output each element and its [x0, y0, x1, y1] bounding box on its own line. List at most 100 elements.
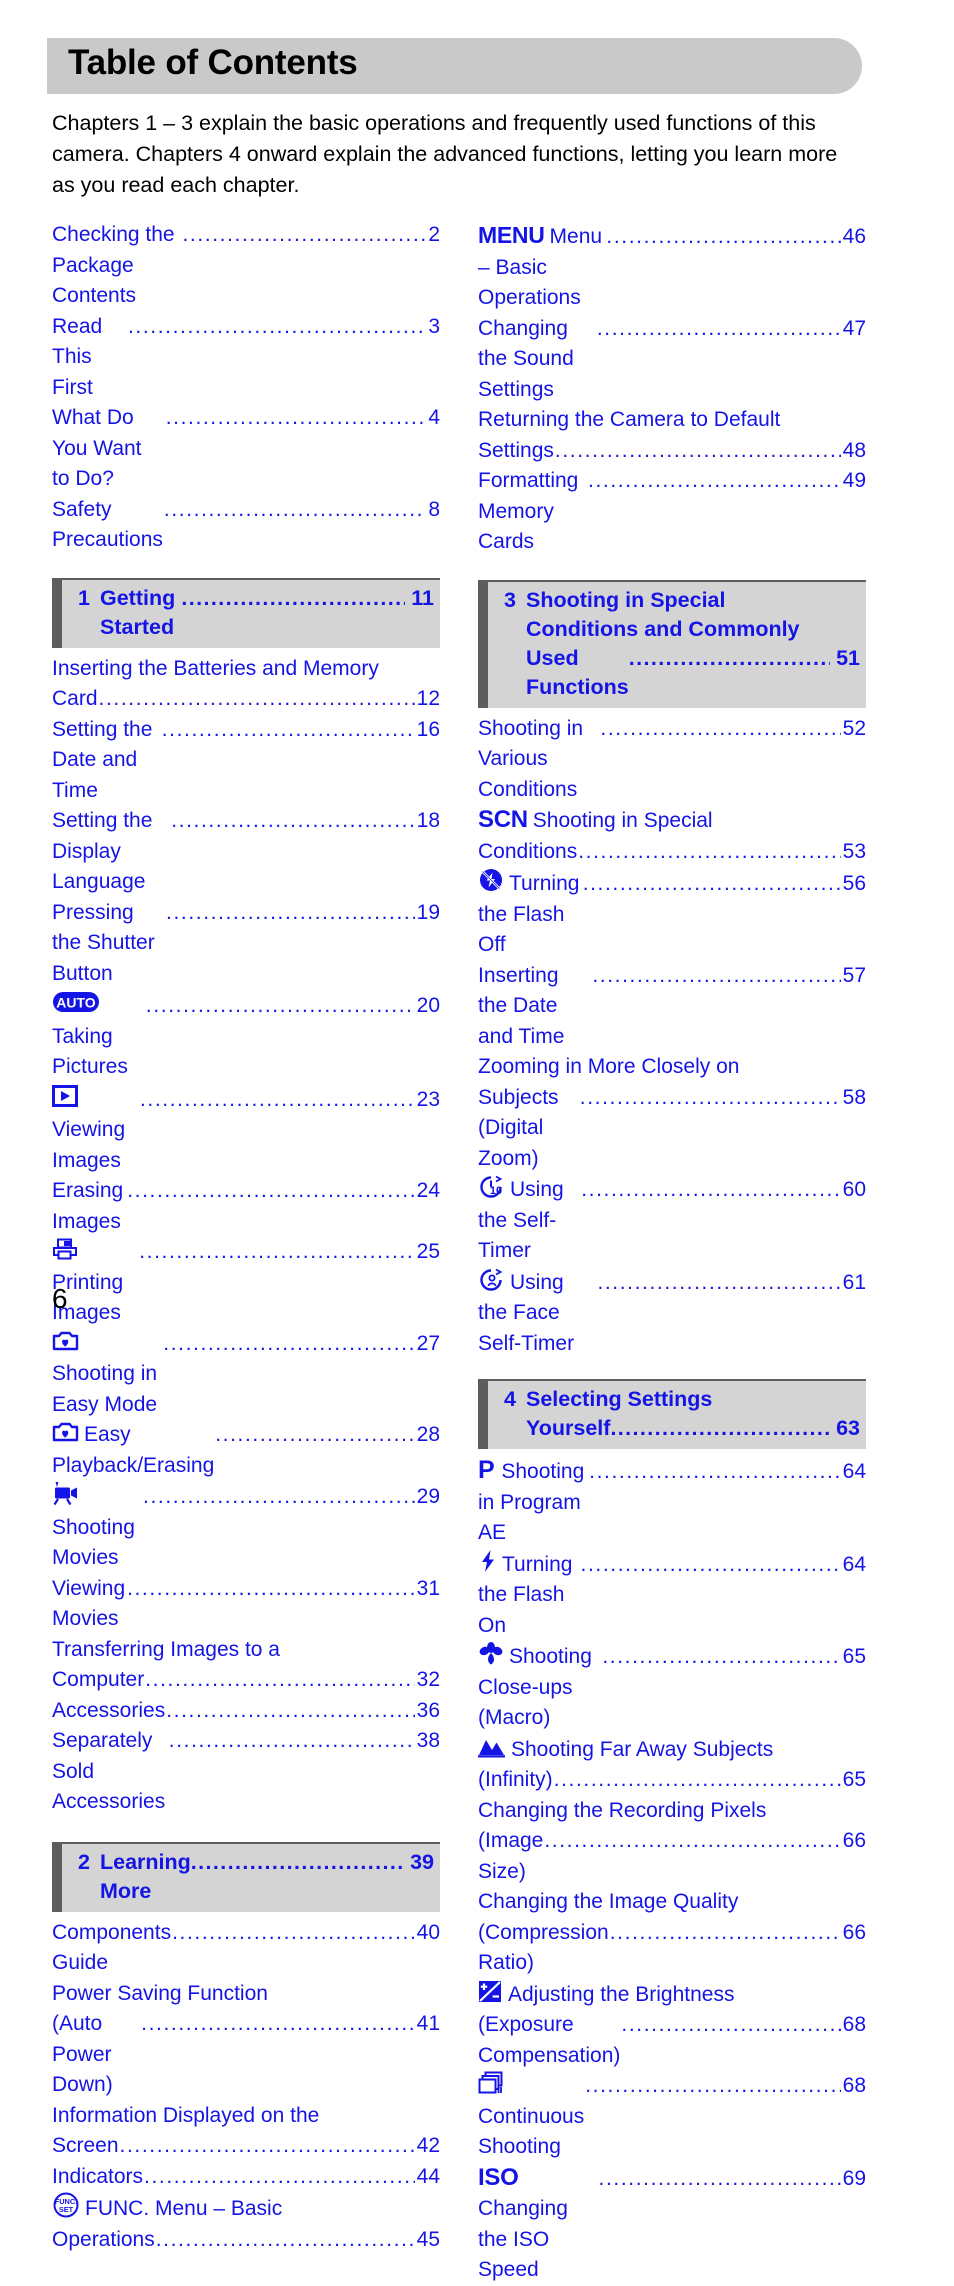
toc-entry-label-cont: Computer: [52, 1668, 145, 1691]
toc-entry-label: MENU Menu – Basic Operations: [478, 222, 608, 309]
toc-entry-label-cont: Card: [52, 687, 98, 710]
leader-dots: [120, 2131, 415, 2162]
toc-entry[interactable]: Changing the Image Quality (Compression R…: [478, 1887, 866, 1979]
toc-entry[interactable]: Viewing Images 23: [52, 1083, 440, 1177]
toc-entry[interactable]: Setting the Date and Time 16: [52, 715, 440, 807]
leader-dots: [606, 222, 840, 253]
chapter-header-1[interactable]: 1 Getting Started 11: [52, 577, 440, 648]
leader-dots: [181, 584, 405, 613]
chapter-header-2[interactable]: 2 Learning More 39: [52, 1841, 440, 1912]
toc-entry[interactable]: Setting the Display Language 18: [52, 806, 440, 898]
toc-entry-label: Formatting Memory Cards: [478, 469, 585, 553]
toc-entry[interactable]: Inserting the Date and Time 57: [478, 961, 866, 1053]
toc-entry[interactable]: Read This First 3: [52, 312, 440, 404]
leader-dots: [585, 2071, 840, 2102]
toc-entry[interactable]: Erasing Images 24: [52, 1176, 440, 1237]
svg-text:AUTO: AUTO: [56, 995, 96, 1011]
toc-entry[interactable]: PShooting in Program AE 64: [478, 1455, 866, 1549]
toc-entry[interactable]: Easy Playback/Erasing 28: [52, 1420, 440, 1481]
toc-entry-label: What Do You Want to Do?: [52, 406, 148, 490]
toc-entry[interactable]: Viewing Movies 31: [52, 1574, 440, 1635]
toc-entry-label: Easy Playback/Erasing: [52, 1420, 214, 1481]
toc-entry[interactable]: Shooting in Various Conditions 52: [478, 714, 866, 806]
scn-text-icon: SCN: [478, 806, 528, 833]
toc-entry[interactable]: AUTOTaking Pictures 20: [52, 989, 440, 1083]
chapter-number: 4: [504, 1387, 516, 1411]
movie-camera-icon: [52, 1481, 79, 1506]
toc-entry[interactable]: Printing Images25: [52, 1237, 440, 1329]
toc-entry[interactable]: Accessories 36: [52, 1696, 440, 1727]
toc-entry-page: 47: [842, 316, 866, 340]
toc-column-left: Checking the Package Contents 2 Read This …: [52, 220, 440, 2255]
toc-entry-page: 20: [416, 994, 440, 1017]
toc-entry[interactable]: Shooting Close-ups (Macro) 65: [478, 1641, 866, 1734]
toc-entry-label: Information Displayed on the: [52, 2103, 320, 2127]
toc-entry-page: 60: [842, 1178, 866, 1201]
toc-entry[interactable]: Separately Sold Accessories 38: [52, 1726, 440, 1818]
toc-entry[interactable]: ISOChanging the ISO Speed 69: [478, 2163, 866, 2286]
toc-entry[interactable]: Transferring Images to a Computer 32: [52, 1635, 440, 1696]
toc-entry[interactable]: Turning the Flash Off 56: [478, 867, 866, 961]
toc-entry[interactable]: Turning the Flash On 64: [478, 1549, 866, 1642]
toc-entry[interactable]: Adjusting the Brightness (Exposure Compen…: [478, 1979, 866, 2072]
toc-entry[interactable]: Safety Precautions 8: [52, 495, 440, 556]
toc-entry-label: Changing the Image Quality: [478, 1890, 739, 1913]
toc-entry[interactable]: MENUMenu – Basic Operations 46: [478, 220, 866, 314]
toc-entry[interactable]: Returning the Camera to Default Settings 4…: [478, 405, 866, 466]
toc-entry[interactable]: Continuous Shooting 68: [478, 2071, 866, 2163]
toc-entry-page: 58: [842, 1085, 866, 1109]
leader-dots: [156, 2225, 415, 2256]
leader-dots: [589, 1457, 840, 1488]
iso-text-icon: ISO: [478, 2163, 519, 2191]
toc-entry-page: 57: [842, 963, 866, 987]
leader-dots: [629, 644, 830, 673]
toc-entry[interactable]: Inserting the Batteries and Memory Card 12: [52, 654, 440, 715]
chapter-header-3[interactable]: 3 Shooting in Special Conditions and Commo…: [478, 579, 866, 708]
toc-entry[interactable]: Shooting in Easy Mode 27: [52, 1329, 440, 1421]
toc-entry-page: 65: [842, 1768, 866, 1791]
leader-dots: [128, 312, 426, 343]
toc-page: Table of Contents Chapters 1 – 3 explain…: [0, 0, 954, 2281]
chapter-header-4[interactable]: 4 Selecting Settings Yourself 63: [478, 1379, 866, 1449]
toc-entry[interactable]: Changing the Recording Pixels (Image Size…: [478, 1796, 866, 1888]
toc-entry-label: Inserting the Date and Time: [478, 963, 565, 1048]
toc-entry[interactable]: Shooting Movies 29: [52, 1481, 440, 1574]
toc-entry[interactable]: Pressing the Shutter Button 19: [52, 898, 440, 990]
toc-entry[interactable]: Using the Face Self-Timer 61: [478, 1267, 866, 1360]
toc-entry-label: Accessories: [52, 1698, 166, 1722]
toc-entry[interactable]: FUNC.SETFUNC. Menu – BasicOperations 45: [52, 2192, 440, 2255]
toc-entry-label: Pressing the Shutter Button: [52, 900, 161, 985]
toc-entry-page: 64: [842, 1460, 866, 1483]
toc-entry-label-cont: Operations: [52, 2227, 155, 2251]
toc-entry-label: Continuous Shooting: [478, 2071, 584, 2163]
toc-entry[interactable]: Components Guide 40: [52, 1918, 440, 1979]
toc-entry-page: 40: [416, 1920, 440, 1944]
toc-entry[interactable]: What Do You Want to Do? 4: [52, 403, 440, 495]
page-title-banner: Table of Contents: [47, 38, 862, 94]
toc-entry-page: 4: [428, 406, 440, 429]
toc-entry[interactable]: Changing the Sound Settings 47: [478, 314, 866, 406]
toc-entry[interactable]: Zooming in More Closely on Subjects (Digi…: [478, 1052, 866, 1174]
toc-entry-label: Indicators: [52, 2164, 144, 2188]
toc-entry-label: Adjusting the Brightness: [478, 1979, 866, 2011]
toc-entry[interactable]: Information Displayed on the Screen 42: [52, 2101, 440, 2162]
toc-entry-label: Safety Precautions: [52, 497, 163, 552]
toc-entry[interactable]: Indicators 44: [52, 2162, 440, 2193]
toc-entry-page: 3: [428, 314, 440, 338]
toc-entry[interactable]: Checking the Package Contents 2: [52, 220, 440, 312]
toc-entry[interactable]: SCNShooting in SpecialConditions 53: [478, 805, 866, 867]
toc-entry-label: Shooting Movies: [52, 1481, 142, 1574]
leader-dots: [555, 436, 841, 467]
toc-entry[interactable]: Formatting Memory Cards 49: [478, 466, 866, 558]
flash-on-icon: [478, 1549, 497, 1574]
toc-entry-label: Components Guide: [52, 1920, 177, 1975]
toc-entry[interactable]: Power Saving Function (Auto Power Down) 41: [52, 1979, 440, 2101]
leader-dots: [578, 837, 840, 868]
toc-entry[interactable]: Shooting Far Away Subjects(Infinity) 65: [478, 1734, 866, 1796]
chapter-page: 63: [836, 1416, 860, 1440]
leader-dots: [610, 1918, 841, 1949]
toc-entry[interactable]: 10Using the Self-Timer 60: [478, 1174, 866, 1267]
toc-entry-page: 41: [416, 2012, 440, 2035]
chapter-page: 39: [410, 1849, 434, 1874]
